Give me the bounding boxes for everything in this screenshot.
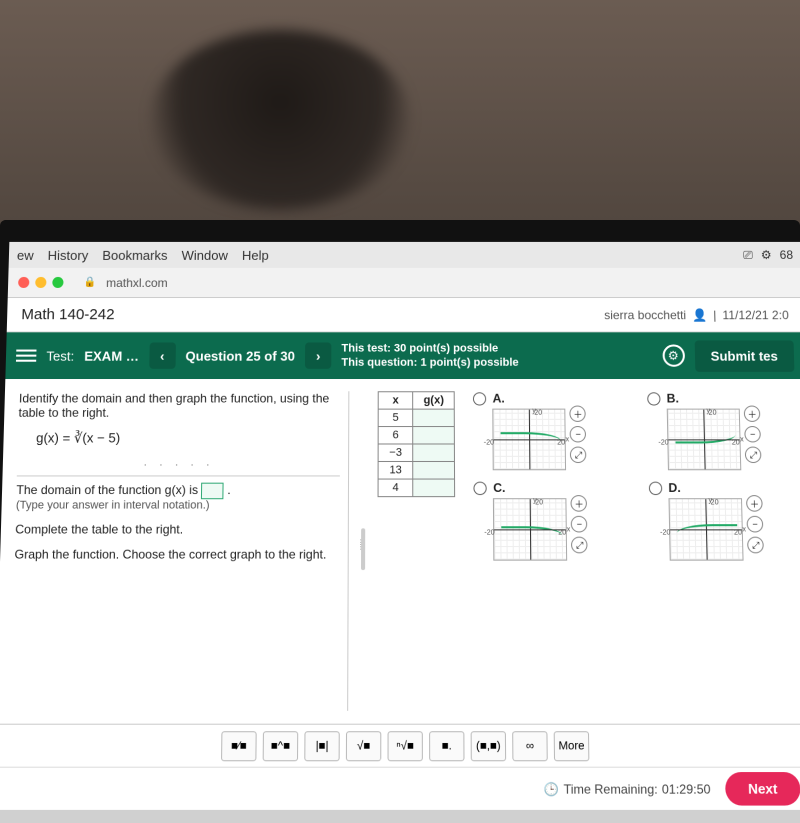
maximize-window-button[interactable] (52, 277, 63, 288)
datetime: 11/12/21 2:0 (722, 308, 789, 322)
menu-item[interactable]: Help (242, 247, 269, 262)
choice-a[interactable]: A. y 20 x -20 20 ＋ (473, 391, 618, 470)
math-tool-button[interactable]: |■| (304, 731, 340, 761)
clock-icon: 🕒 (544, 781, 560, 796)
browser-toolbar: 🔒 mathxl.com (8, 268, 800, 298)
expand-icon[interactable]: ⤢ (745, 447, 762, 463)
mac-menu-bar: ew History Bookmarks Window Help ⎚ ⚙ 68 (9, 242, 800, 268)
table-gx-input[interactable] (413, 409, 455, 426)
math-tool-more-button[interactable]: More (554, 731, 590, 761)
menu-item[interactable]: ew (17, 247, 34, 262)
math-tool-button[interactable]: ∞ (512, 731, 548, 761)
table-gx-input[interactable] (413, 427, 455, 444)
zoom-out-icon[interactable]: − (747, 516, 764, 533)
zoom-in-icon[interactable]: ＋ (570, 406, 586, 422)
menu-item[interactable]: Window (181, 247, 228, 262)
table-gx-input[interactable] (413, 461, 455, 479)
question-formula: g(x) = ∛(x − 5) (36, 430, 340, 446)
choice-d[interactable]: D. y 20 x -20 20 ＋ (649, 481, 796, 561)
question-counter: Question 25 of 30 (185, 348, 295, 363)
table-header-x: x (378, 392, 412, 409)
choice-b[interactable]: B. y 20 x -20 20 ＋ (647, 391, 793, 470)
graph-thumbnail: y 20 x -20 20 (667, 409, 742, 471)
question-content: Identify the domain and then graph the f… (0, 379, 800, 724)
menu-item[interactable]: Bookmarks (102, 247, 167, 262)
wifi-icon[interactable]: ⚙ (761, 248, 772, 262)
test-name: EXAM … (84, 348, 139, 363)
test-nav-bar: Test: EXAM … ‹ Question 25 of 30 › This … (5, 332, 800, 379)
value-table: xg(x) 5 6 −3 13 4 (378, 391, 456, 497)
question-points: This question: 1 point(s) possible (341, 357, 518, 369)
math-tool-button[interactable]: ■^■ (263, 731, 299, 761)
choice-c[interactable]: C. y 20 x -20 20 ＋ (474, 481, 620, 561)
table-gx-input[interactable] (413, 479, 455, 497)
submit-test-button[interactable]: Submit tes (694, 340, 794, 371)
complete-table-text: Complete the table to the right. (15, 522, 340, 537)
math-input-toolbar: ■⁄■ ■^■ |■| √■ ⁿ√■ ■. (■,■) ∞ More (0, 724, 800, 767)
choice-label: A. (493, 391, 586, 405)
zoom-out-icon[interactable]: − (571, 516, 588, 533)
battery-percent: 68 (779, 248, 793, 262)
prev-question-button[interactable]: ‹ (149, 342, 176, 368)
address-bar[interactable]: mathxl.com (106, 275, 168, 289)
graph-thumbnail: y 20 x -20 20 (493, 409, 567, 471)
course-title: Math 140-242 (21, 306, 115, 323)
lock-icon: 🔒 (83, 277, 96, 288)
graph-thumbnail: y 20 x -20 20 (669, 498, 744, 560)
time-remaining-value: 01:29:50 (662, 781, 711, 796)
math-tool-button[interactable]: ⁿ√■ (388, 731, 423, 761)
airplay-icon[interactable]: ⎚ (743, 247, 753, 262)
table-header-gx: g(x) (413, 392, 455, 409)
user-name[interactable]: sierra bocchetti (604, 308, 686, 322)
test-points: This test: 30 point(s) possible (341, 342, 498, 354)
choice-label: D. (668, 481, 762, 495)
choice-label: B. (667, 391, 761, 405)
expand-icon[interactable]: ⤢ (747, 537, 764, 554)
pane-resize-handle[interactable] (361, 528, 365, 570)
menu-icon[interactable] (16, 350, 37, 362)
graph-prompt: Graph the function. Choose the correct g… (14, 547, 339, 562)
close-window-button[interactable] (18, 277, 29, 288)
zoom-out-icon[interactable]: − (744, 426, 761, 442)
minimize-window-button[interactable] (35, 277, 46, 288)
menu-item[interactable]: History (48, 247, 89, 262)
course-header: Math 140-242 sierra bocchetti 👤 | 11/12/… (7, 298, 800, 332)
next-question-button[interactable]: › (305, 342, 331, 368)
domain-sentence-pre: The domain of the function g(x) is (16, 483, 201, 497)
zoom-in-icon[interactable]: ＋ (746, 495, 763, 512)
footer-bar: 🕒 Time Remaining: 01:29:50 Next (0, 767, 800, 810)
zoom-in-icon[interactable]: ＋ (744, 406, 761, 422)
radio-button[interactable] (473, 392, 486, 405)
choice-label: C. (493, 481, 587, 495)
math-tool-button[interactable]: ■. (429, 731, 464, 761)
domain-answer-input[interactable] (201, 483, 224, 500)
table-x: 13 (378, 461, 413, 479)
table-x: −3 (378, 444, 413, 462)
radio-button[interactable] (649, 482, 663, 495)
expand-icon[interactable]: ⤢ (571, 537, 588, 554)
radio-button[interactable] (474, 482, 487, 495)
table-x: 5 (378, 409, 413, 426)
gear-icon[interactable]: ⚙ (662, 344, 685, 366)
time-remaining-label: Time Remaining: (563, 781, 657, 796)
user-icon[interactable]: 👤 (692, 308, 707, 322)
answer-hint: (Type your answer in interval notation.) (16, 499, 340, 511)
table-x: 6 (378, 427, 413, 444)
math-tool-button[interactable]: (■,■) (471, 731, 507, 761)
zoom-in-icon[interactable]: ＋ (571, 495, 588, 512)
radio-button[interactable] (647, 392, 660, 405)
domain-sentence-post: . (227, 483, 231, 497)
next-button[interactable]: Next (725, 772, 800, 806)
zoom-out-icon[interactable]: − (570, 426, 586, 442)
table-x: 4 (378, 479, 413, 497)
expand-icon[interactable]: ⤢ (570, 447, 586, 463)
test-label: Test: (46, 348, 74, 363)
math-tool-button[interactable]: √■ (346, 731, 381, 761)
question-prompt: Identify the domain and then graph the f… (18, 391, 340, 420)
graph-thumbnail: y 20 x -20 20 (493, 498, 567, 560)
math-tool-button[interactable]: ■⁄■ (221, 731, 257, 761)
table-gx-input[interactable] (413, 444, 455, 462)
